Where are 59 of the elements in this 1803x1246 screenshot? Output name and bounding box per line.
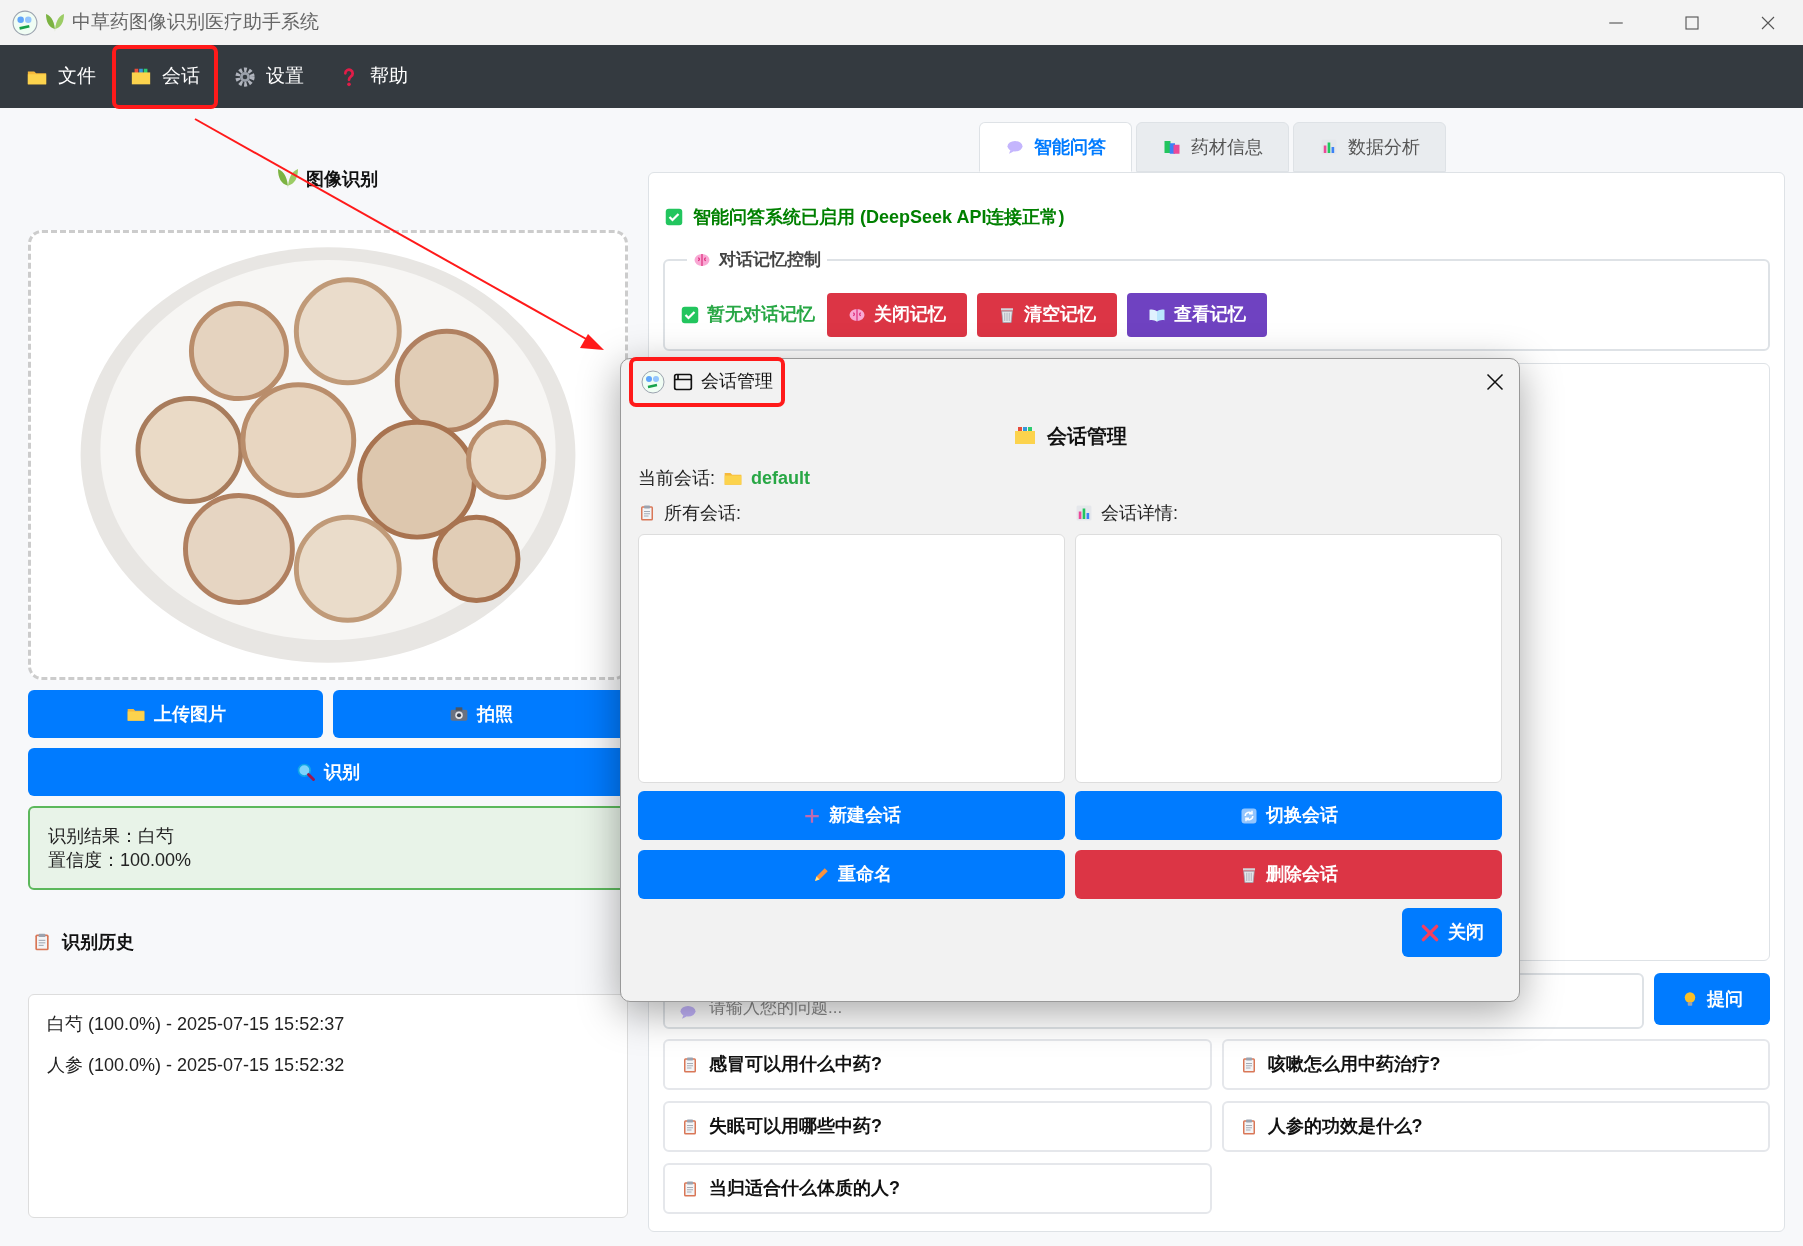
window-icon bbox=[673, 371, 693, 392]
speech-bubble-icon bbox=[1005, 138, 1024, 156]
session-button[interactable]: 切换会话 bbox=[1075, 791, 1502, 840]
memory-button[interactable]: 查看记忆 bbox=[1127, 292, 1267, 337]
clipboard-icon bbox=[32, 932, 52, 952]
quick-question-button[interactable]: 当归适合什么体质的人? bbox=[663, 1163, 1212, 1214]
session-button[interactable]: 删除会话 bbox=[1075, 850, 1502, 899]
quick-question-button[interactable]: 失眠可以用哪些中药? bbox=[663, 1101, 1212, 1152]
dialog-title: 会话管理 bbox=[701, 370, 773, 393]
list-label: 所有会话: bbox=[664, 501, 741, 525]
list-label: 会话详情: bbox=[1101, 501, 1178, 525]
quick-question-button[interactable]: 感冒可以用什么中药? bbox=[663, 1039, 1212, 1090]
close-icon bbox=[1420, 922, 1440, 943]
books-icon bbox=[1162, 138, 1181, 156]
result-text: 识别结果：白芍 bbox=[48, 825, 175, 848]
current-session-label: 当前会话: bbox=[638, 466, 715, 490]
plus-icon bbox=[802, 806, 821, 825]
close-icon[interactable] bbox=[1485, 371, 1505, 392]
dialog-heading: 会话管理 bbox=[1047, 424, 1127, 449]
history-item[interactable]: 人参 (100.0%) - 2025-07-15 15:52:32 bbox=[47, 1052, 609, 1079]
dialog-close-button[interactable]: 关闭 bbox=[1402, 908, 1502, 957]
quick-question-button[interactable]: 人参的功效是什么? bbox=[1221, 1101, 1770, 1152]
speech-bubble-icon bbox=[679, 1003, 697, 1021]
history-item[interactable]: 白芍 (100.0%) - 2025-07-15 15:52:37 bbox=[47, 1011, 609, 1038]
menu-item[interactable]: 文件 bbox=[12, 48, 110, 105]
ask-button[interactable]: 提问 bbox=[1654, 973, 1770, 1025]
gear-icon bbox=[234, 65, 256, 88]
section-title: 识别历史 bbox=[62, 930, 134, 954]
section-title: 图像识别 bbox=[306, 167, 378, 191]
leaf-icon bbox=[46, 13, 64, 32]
tab[interactable]: 数据分析 bbox=[1293, 122, 1446, 172]
tab[interactable]: 智能问答 bbox=[979, 122, 1132, 172]
bar-chart-icon bbox=[1075, 504, 1093, 522]
menu-item[interactable]: 帮助 bbox=[324, 48, 422, 105]
clipboard-icon bbox=[681, 1117, 699, 1136]
session-button[interactable]: 重命名 bbox=[638, 850, 1065, 899]
upload-button[interactable]: 上传图片 bbox=[28, 690, 323, 738]
tab[interactable]: 药材信息 bbox=[1136, 122, 1289, 172]
clipboard-icon bbox=[638, 504, 656, 522]
session-button[interactable]: 新建会话 bbox=[638, 791, 1065, 840]
app-logo-icon bbox=[641, 369, 665, 394]
window-title: 中草药图像识别医疗助手系统 bbox=[72, 10, 319, 35]
refresh-icon bbox=[1239, 806, 1258, 825]
memory-button[interactable]: 关闭记忆 bbox=[827, 292, 967, 337]
search-icon bbox=[296, 762, 316, 782]
current-session-value: default bbox=[751, 466, 811, 490]
group-title: 对话记忆控制 bbox=[719, 249, 821, 271]
memory-button[interactable]: 清空记忆 bbox=[977, 292, 1117, 337]
maximize-icon[interactable] bbox=[1683, 13, 1701, 32]
app-logo-icon bbox=[12, 9, 38, 36]
status-text: 智能问答系统已启用 (DeepSeek API连接正常) bbox=[693, 205, 1065, 229]
result-text: 置信度：100.00% bbox=[48, 849, 193, 872]
menu-item[interactable]: 会话 bbox=[116, 48, 214, 105]
menu-item[interactable]: 设置 bbox=[220, 48, 318, 105]
clipboard-icon bbox=[681, 1055, 699, 1074]
camera-icon bbox=[448, 704, 469, 724]
clipboard-icon bbox=[681, 1179, 699, 1198]
quick-question-button[interactable]: 咳嗽怎么用中药治疗? bbox=[1221, 1039, 1770, 1090]
trash-icon bbox=[998, 305, 1016, 324]
